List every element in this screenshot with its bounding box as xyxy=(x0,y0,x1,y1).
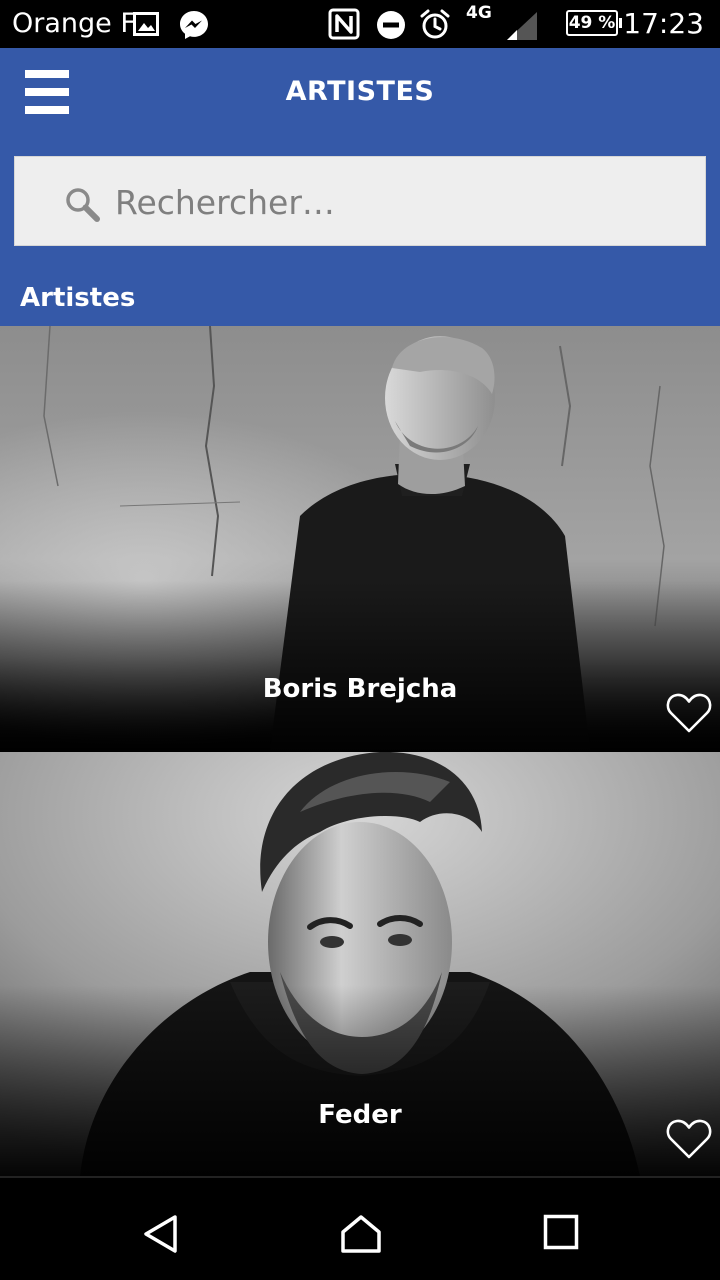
app-header: ARTISTES Artistes xyxy=(0,48,720,326)
page-title: ARTISTES xyxy=(285,76,435,107)
home-icon[interactable] xyxy=(340,1214,382,1254)
back-icon[interactable] xyxy=(142,1214,178,1254)
messenger-icon xyxy=(180,11,208,39)
search-box[interactable] xyxy=(14,156,706,246)
artist-list: Boris Brejcha Feder xyxy=(0,326,720,1176)
search-icon xyxy=(66,188,100,222)
battery-icon: 49 % xyxy=(566,10,622,36)
signal-icon xyxy=(507,12,537,40)
alarm-icon xyxy=(420,9,450,39)
system-nav-bar xyxy=(0,1176,720,1280)
clock: 17:23 xyxy=(623,7,704,40)
status-bar: Orange F 4G 49 % 17:23 xyxy=(0,0,720,48)
artist-card[interactable]: Boris Brejcha xyxy=(0,326,720,750)
network-type: 4G xyxy=(466,3,492,23)
carrier-name: Orange F xyxy=(12,8,136,39)
recents-icon[interactable] xyxy=(543,1214,579,1250)
artist-name: Boris Brejcha xyxy=(262,674,458,704)
heart-outline-icon[interactable] xyxy=(666,692,712,734)
artist-card[interactable]: Feder xyxy=(0,752,720,1176)
do-not-disturb-icon xyxy=(377,11,405,39)
artist-name: Feder xyxy=(318,1100,402,1130)
search-input[interactable] xyxy=(115,177,675,227)
heart-outline-icon[interactable] xyxy=(666,1118,712,1160)
app-screen: Orange F 4G 49 % 17:23 ARTISTES Recherch… xyxy=(0,0,720,1280)
gallery-icon xyxy=(133,12,159,36)
nfc-icon xyxy=(328,8,360,40)
section-heading: Artistes xyxy=(20,283,136,313)
